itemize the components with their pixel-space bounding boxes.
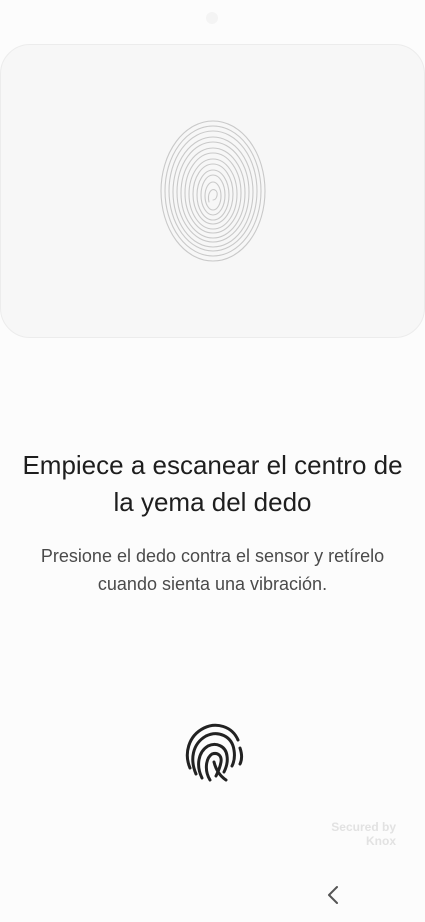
fingerprint-sensor-icon[interactable]	[180, 720, 246, 786]
fingerprint-scan-icon	[160, 120, 266, 262]
instruction-subtitle: Presione el dedo contra el sensor y retí…	[40, 546, 385, 594]
secured-by-knox-label: Secured by Knox	[331, 820, 396, 848]
back-button[interactable]	[318, 880, 348, 910]
chevron-left-icon	[328, 886, 338, 904]
instruction-title: Empiece a escanear el centro de la yema …	[22, 450, 403, 517]
knox-line-2: Knox	[366, 834, 396, 848]
camera-cutout	[206, 12, 218, 24]
fingerprint-registration-screen: Empiece a escanear el centro de la yema …	[0, 0, 425, 922]
knox-line-1: Secured by	[331, 820, 396, 834]
